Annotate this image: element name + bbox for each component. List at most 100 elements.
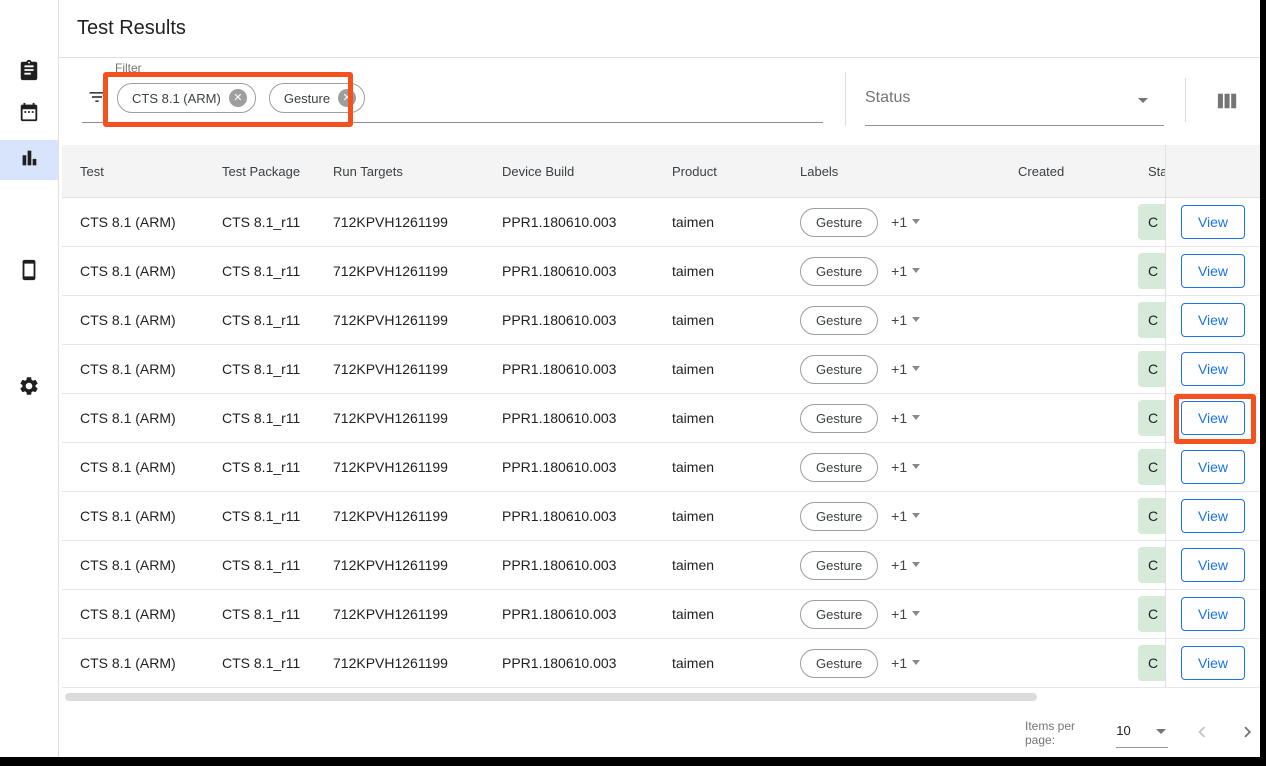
view-cell: View xyxy=(1166,541,1260,590)
view-button[interactable]: View xyxy=(1181,254,1245,288)
view-columns-button[interactable] xyxy=(1209,88,1245,118)
cell-test-package: CTS 8.1_r11 xyxy=(222,459,300,475)
table-row: CTS 8.1 (ARM) CTS 8.1_r11 712KPVH1261199… xyxy=(62,492,1165,541)
cell-run-targets: 712KPVH1261199 xyxy=(333,312,448,328)
table-row: CTS 8.1 (ARM) CTS 8.1_r11 712KPVH1261199… xyxy=(62,296,1165,345)
table-row: CTS 8.1 (ARM) CTS 8.1_r11 712KPVH1261199… xyxy=(62,541,1165,590)
view-actions-column: View View View View View xyxy=(1165,145,1260,688)
cell-device-build: PPR1.180610.003 xyxy=(502,459,616,475)
more-labels-expander[interactable]: +1 xyxy=(891,312,920,328)
label-chip[interactable]: Gesture xyxy=(800,306,878,335)
cell-device-build: PPR1.180610.003 xyxy=(502,655,616,671)
chevron-down-icon xyxy=(912,562,920,567)
items-per-page-label: Items per page: xyxy=(1025,719,1108,747)
horizontal-scrollbar[interactable] xyxy=(65,693,1037,701)
cell-run-targets: 712KPVH1261199 xyxy=(333,606,448,622)
view-button[interactable]: View xyxy=(1181,205,1245,239)
filter-chip[interactable]: Gesture xyxy=(269,83,365,113)
chevron-down-icon xyxy=(912,366,920,371)
more-labels-expander[interactable]: +1 xyxy=(891,410,920,426)
filter-input-underline[interactable] xyxy=(82,122,823,123)
status-badge: C xyxy=(1138,449,1165,485)
status-badge: C xyxy=(1138,547,1165,583)
view-cell: View xyxy=(1166,443,1260,492)
gear-icon xyxy=(18,375,40,402)
view-button[interactable]: View xyxy=(1181,450,1245,484)
status-badge: C xyxy=(1138,253,1165,289)
view-column-header xyxy=(1166,145,1260,198)
status-dropdown[interactable]: Status xyxy=(865,84,1164,118)
more-labels-expander[interactable]: +1 xyxy=(891,557,920,573)
view-button[interactable]: View xyxy=(1181,597,1245,631)
close-icon[interactable] xyxy=(229,89,247,107)
view-button[interactable]: View xyxy=(1181,646,1245,680)
column-header-labels: Labels xyxy=(800,145,1018,198)
filter-chips: CTS 8.1 (ARM) Gesture xyxy=(117,83,365,113)
more-labels-expander[interactable]: +1 xyxy=(891,263,920,279)
sidebar-item-settings[interactable] xyxy=(0,368,58,408)
title-bar: Test Results xyxy=(59,0,1260,58)
cell-test: CTS 8.1 (ARM) xyxy=(80,459,176,475)
table-row: CTS 8.1 (ARM) CTS 8.1_r11 712KPVH1261199… xyxy=(62,247,1165,296)
view-button[interactable]: View xyxy=(1181,499,1245,533)
table-row: CTS 8.1 (ARM) CTS 8.1_r11 712KPVH1261199… xyxy=(62,443,1165,492)
next-page-button[interactable] xyxy=(1236,721,1260,745)
status-badge: C xyxy=(1138,351,1165,387)
smartphone-icon xyxy=(18,259,40,286)
sidebar-item-plans[interactable] xyxy=(0,94,58,134)
previous-page-button[interactable] xyxy=(1190,721,1214,745)
more-labels-expander[interactable]: +1 xyxy=(891,655,920,671)
sidebar-item-tests[interactable] xyxy=(0,52,58,92)
more-labels-expander[interactable]: +1 xyxy=(891,361,920,377)
label-chip[interactable]: Gesture xyxy=(800,355,878,384)
column-header-device-build: Device Build xyxy=(502,145,672,198)
filter-list-icon[interactable] xyxy=(87,87,107,112)
cell-device-build: PPR1.180610.003 xyxy=(502,557,616,573)
cell-test: CTS 8.1 (ARM) xyxy=(80,557,176,573)
label-chip[interactable]: Gesture xyxy=(800,453,878,482)
chevron-left-icon xyxy=(1191,721,1213,746)
status-badge: C xyxy=(1138,498,1165,534)
calendar-icon xyxy=(18,101,40,128)
clipboard-icon xyxy=(18,59,40,86)
table-row: CTS 8.1 (ARM) CTS 8.1_r11 712KPVH1261199… xyxy=(62,394,1165,443)
label-chip[interactable]: Gesture xyxy=(800,551,878,580)
more-labels-expander[interactable]: +1 xyxy=(891,459,920,475)
more-labels-expander[interactable]: +1 xyxy=(891,508,920,524)
view-button[interactable]: View xyxy=(1181,401,1245,435)
view-cell: View xyxy=(1166,247,1260,296)
label-chip[interactable]: Gesture xyxy=(800,649,878,678)
cell-test: CTS 8.1 (ARM) xyxy=(80,508,176,524)
label-chip[interactable]: Gesture xyxy=(800,257,878,286)
view-cell: View xyxy=(1166,492,1260,541)
label-chip[interactable]: Gesture xyxy=(800,404,878,433)
filter-chip[interactable]: CTS 8.1 (ARM) xyxy=(117,83,256,113)
cell-run-targets: 712KPVH1261199 xyxy=(333,459,448,475)
close-icon[interactable] xyxy=(338,89,356,107)
filter-field-label: Filter xyxy=(115,61,142,75)
main-content: Test Results Filter CTS 8.1 (ARM) Gestur… xyxy=(59,0,1260,757)
view-button[interactable]: View xyxy=(1181,352,1245,386)
cell-product: taimen xyxy=(672,312,714,328)
label-chip[interactable]: Gesture xyxy=(800,600,878,629)
app-window: Test Results Filter CTS 8.1 (ARM) Gestur… xyxy=(0,0,1266,766)
sidebar-item-devices[interactable] xyxy=(0,252,58,292)
view-button[interactable]: View xyxy=(1181,548,1245,582)
chevron-right-icon xyxy=(1237,721,1259,746)
cell-test-package: CTS 8.1_r11 xyxy=(222,361,300,377)
status-badge: C xyxy=(1138,596,1165,632)
more-labels-expander[interactable]: +1 xyxy=(891,214,920,230)
cell-test-package: CTS 8.1_r11 xyxy=(222,263,300,279)
chevron-down-icon xyxy=(912,513,920,518)
cell-product: taimen xyxy=(672,606,714,622)
label-chip[interactable]: Gesture xyxy=(800,208,878,237)
label-chip[interactable]: Gesture xyxy=(800,502,878,531)
cell-device-build: PPR1.180610.003 xyxy=(502,508,616,524)
view-button[interactable]: View xyxy=(1181,303,1245,337)
page-size-select[interactable]: 10 xyxy=(1116,718,1168,748)
results-table-scroll-area: Test Test Package Run Targets Device Bui… xyxy=(62,145,1165,688)
sidebar-item-test-results[interactable] xyxy=(0,140,58,180)
more-labels-expander[interactable]: +1 xyxy=(891,606,920,622)
column-header-test-package: Test Package xyxy=(222,145,333,198)
cell-device-build: PPR1.180610.003 xyxy=(502,606,616,622)
